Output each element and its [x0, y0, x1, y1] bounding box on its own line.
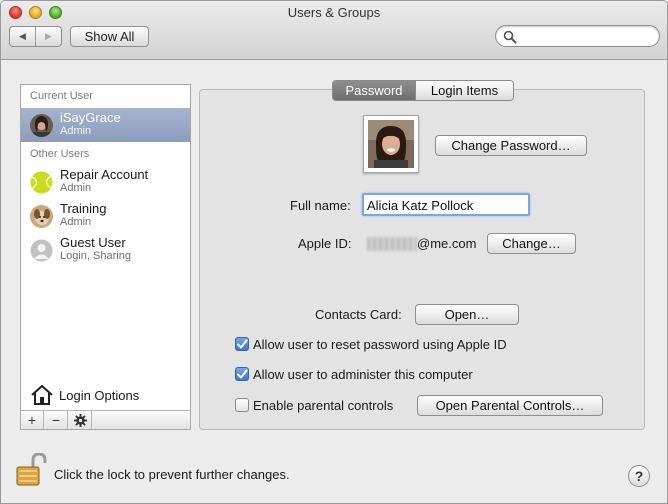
tab-password[interactable]: Password	[333, 81, 415, 100]
chevron-left-icon: ◀	[19, 31, 26, 41]
user-role: Admin	[60, 182, 92, 194]
window-title: Users & Groups	[287, 5, 381, 20]
user-role: Admin	[60, 216, 92, 228]
change-password-button[interactable]: Change Password…	[435, 135, 587, 156]
add-user-button[interactable]: +	[21, 411, 44, 429]
user-name: Training	[60, 201, 107, 216]
user-item-guest-user[interactable]: Guest User Login, Sharing	[21, 233, 190, 267]
user-role: Login, Sharing	[60, 250, 131, 262]
user-name: iSayGrace	[60, 110, 121, 125]
forward-button[interactable]: ▶	[35, 27, 61, 46]
parental-controls-label: Enable parental controls	[253, 398, 394, 413]
contacts-card-label: Contacts Card:	[315, 307, 402, 322]
apple-id-label: Apple ID:	[298, 236, 352, 251]
back-forward-control: ◀ ▶	[9, 26, 62, 47]
full-name-input[interactable]	[367, 197, 525, 213]
reset-password-checkbox[interactable]	[235, 337, 249, 351]
full-name-field[interactable]	[362, 193, 530, 216]
open-contacts-card-button[interactable]: Open…	[415, 304, 519, 325]
users-groups-window: Users & Groups ◀ ▶ Show All Current User	[0, 0, 668, 504]
generic-user-icon	[30, 239, 53, 262]
tennis-ball-icon	[30, 171, 53, 194]
checkmark-icon	[237, 369, 248, 379]
user-name: Guest User	[60, 235, 126, 250]
house-icon	[31, 385, 53, 405]
user-list-sidebar: Current User iSayGrace Admin Other Users	[20, 84, 191, 430]
user-item-repair-account[interactable]: Repair Account Admin	[21, 165, 190, 199]
user-item-isaygrace[interactable]: iSayGrace Admin	[21, 108, 190, 142]
checkmark-icon	[237, 339, 248, 349]
user-item-training[interactable]: Training Admin	[21, 199, 190, 233]
administer-computer-label: Allow user to administer this computer	[253, 367, 473, 382]
tab-login-items[interactable]: Login Items	[415, 81, 513, 100]
gear-icon	[73, 413, 87, 427]
user-name: Repair Account	[60, 167, 149, 182]
dog-photo	[30, 205, 53, 228]
search-input[interactable]	[520, 28, 654, 44]
search-icon	[503, 30, 517, 44]
search-field[interactable]	[495, 25, 660, 47]
user-picture-well[interactable]	[363, 115, 419, 173]
other-users-header: Other Users	[30, 148, 90, 160]
remove-user-button[interactable]: −	[45, 411, 68, 429]
sidebar-bottom-bar: + −	[21, 410, 190, 429]
back-button[interactable]: ◀	[10, 27, 35, 46]
login-options-item[interactable]: Login Options	[21, 382, 190, 410]
help-button[interactable]: ?	[628, 465, 650, 487]
action-menu-button[interactable]	[69, 411, 92, 429]
user-portrait-photo	[368, 120, 414, 168]
reset-password-label: Allow user to reset password using Apple…	[253, 337, 507, 352]
change-apple-id-button[interactable]: Change…	[487, 233, 576, 254]
user-avatar	[30, 114, 53, 137]
full-name-label: Full name:	[290, 198, 351, 213]
login-options-label: Login Options	[59, 388, 140, 403]
parental-controls-checkbox[interactable]	[235, 398, 249, 412]
open-parental-controls-button[interactable]: Open Parental Controls…	[417, 395, 603, 416]
unlocked-padlock-icon	[16, 452, 47, 486]
apple-id-suffix: @me.com	[417, 236, 477, 251]
administer-computer-checkbox[interactable]	[235, 367, 249, 381]
lock-status-text: Click the lock to prevent further change…	[54, 467, 290, 482]
title-bar: Users & Groups ◀ ▶ Show All	[1, 1, 667, 60]
chevron-right-icon: ▶	[45, 31, 52, 41]
apple-id-redacted	[367, 237, 417, 251]
tab-bar: Password Login Items	[332, 80, 514, 101]
lock-button[interactable]	[15, 452, 47, 487]
show-all-button[interactable]: Show All	[70, 26, 149, 47]
user-role: Admin	[60, 125, 92, 137]
current-user-header: Current User	[30, 90, 93, 102]
